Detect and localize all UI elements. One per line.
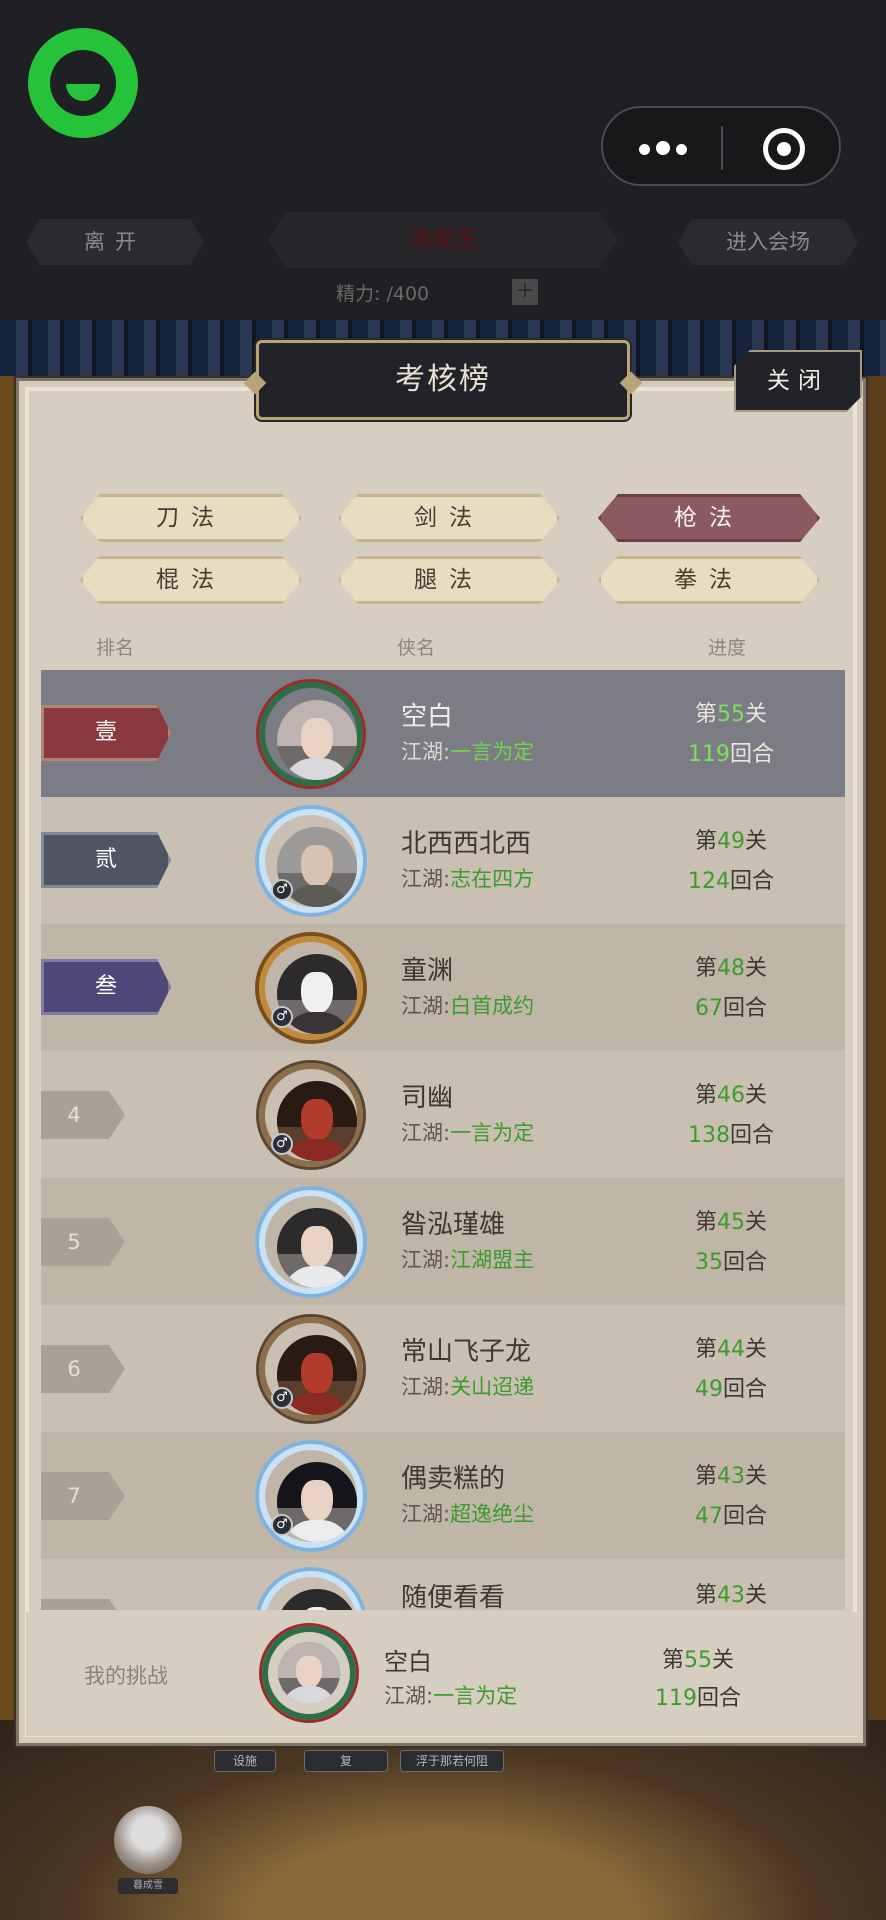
player-name: 昝泓瑾雄 (401, 1210, 506, 1240)
player-jianghu-title: 江湖:一言为定 (401, 740, 535, 764)
column-header-name: 侠名 (397, 637, 436, 659)
table-row[interactable]: 4 ♂ 司幽 江湖:一言为定 第46关 138回合 (41, 1051, 845, 1178)
scene-avatar-name: 暮成雪 (118, 1878, 178, 1894)
player-rounds: 35回合 (694, 1250, 767, 1275)
energy-max: /400 (386, 283, 430, 305)
my-name: 空白 (384, 1648, 432, 1676)
my-jianghu-title: 江湖:一言为定 (384, 1684, 518, 1708)
player-avatar[interactable] (259, 1190, 363, 1294)
table-row[interactable]: 叁 ♂ 童渊 江湖:白首成约 第48关 67回合 (41, 924, 845, 1051)
top-hud: 离开 流家庄 进入会场 精力: /400 + (0, 0, 886, 320)
player-jianghu-title: 江湖:超逸绝尘 (401, 1502, 535, 1526)
player-level: 第49关 (694, 829, 768, 854)
leave-button[interactable]: 离开 (26, 219, 204, 265)
page-title: 考核榜 (395, 362, 491, 397)
scene-mini-button: 设施 (214, 1750, 276, 1772)
rank-badge: 4 (41, 1091, 125, 1139)
player-jianghu-title: 江湖:关山迢递 (401, 1375, 535, 1399)
mini-program-capsule (601, 106, 841, 186)
player-level: 第48关 (694, 956, 768, 981)
player-level: 第55关 (694, 702, 768, 727)
rank-badge: 叁 (41, 959, 171, 1015)
scene-mini-button: 复 (304, 1750, 388, 1772)
male-icon: ♂ (271, 1133, 293, 1155)
male-icon: ♂ (271, 879, 293, 901)
player-rounds: 47回合 (694, 1504, 767, 1529)
more-icon[interactable] (639, 136, 719, 160)
male-icon: ♂ (271, 1006, 293, 1028)
player-level: 第43关 (694, 1464, 768, 1489)
player-avatar[interactable] (259, 1571, 363, 1610)
table-row[interactable]: 5 昝泓瑾雄 江湖:江湖盟主 第45关 35回合 (41, 1178, 845, 1305)
player-name: 北西西北西 (401, 829, 532, 859)
rank-badge: 6 (41, 1345, 125, 1393)
table-row[interactable]: 8 随便看看 第43关 (41, 1559, 845, 1610)
player-avatar[interactable] (259, 682, 363, 786)
player-rounds: 124回合 (687, 869, 774, 894)
tab-dao[interactable]: 刀法 (80, 494, 302, 542)
player-name: 空白 (401, 702, 454, 732)
my-challenge-bar[interactable]: 我的挑战 空白 江湖:一言为定 第55关 119回合 (26, 1612, 860, 1736)
enter-venue-button[interactable]: 进入会场 (678, 219, 858, 265)
my-challenge-label: 我的挑战 (84, 1664, 168, 1688)
player-jianghu-title: 江湖:一言为定 (401, 1121, 535, 1145)
player-name: 司幽 (401, 1083, 454, 1113)
player-jianghu-title: 江湖:志在四方 (401, 867, 535, 891)
player-jianghu-title: 江湖:江湖盟主 (401, 1248, 535, 1272)
scene-avatar (114, 1806, 182, 1874)
rank-badge: 贰 (41, 832, 171, 888)
rank-badge: 壹 (41, 705, 171, 761)
player-avatar[interactable]: ♂ (259, 1444, 363, 1548)
player-rounds: 67回合 (694, 996, 767, 1021)
my-rounds: 119回合 (654, 1686, 741, 1711)
player-level: 第46关 (694, 1083, 768, 1108)
table-row[interactable]: 7 ♂ 偶卖糕的 江湖:超逸绝尘 第43关 47回合 (41, 1432, 845, 1559)
tab-quan[interactable]: 拳法 (598, 556, 820, 604)
tab-tui[interactable]: 腿法 (338, 556, 560, 604)
player-rounds: 138回合 (687, 1123, 774, 1148)
table-row[interactable]: 壹 空白 江湖:一言为定 第55关 119回合 (41, 670, 845, 797)
male-icon: ♂ (271, 1387, 293, 1409)
tab-gun[interactable]: 棍法 (80, 556, 302, 604)
player-name: 常山飞子龙 (401, 1337, 532, 1367)
player-rounds: 119回合 (687, 742, 774, 767)
player-name: 童渊 (401, 956, 454, 986)
my-avatar[interactable] (262, 1626, 356, 1720)
player-avatar[interactable]: ♂ (259, 1063, 363, 1167)
location-title: 流家庄 (268, 212, 618, 268)
rank-badge: 8 (41, 1599, 125, 1610)
scene-mini-button: 浮于那若何阻 (400, 1750, 504, 1772)
player-avatar[interactable]: ♂ (259, 809, 363, 913)
player-name: 随便看看 (401, 1583, 506, 1610)
player-avatar[interactable]: ♂ (259, 936, 363, 1040)
tab-qiang[interactable]: 枪法 (598, 494, 820, 542)
player-avatar[interactable]: ♂ (259, 1317, 363, 1421)
energy-display: 精力: /400 (336, 279, 429, 306)
ranking-list[interactable]: 壹 空白 江湖:一言为定 第55关 119回合 贰 ♂ 北西西北西 江湖:志在四… (41, 670, 845, 1610)
player-level: 第45关 (694, 1210, 768, 1235)
exit-target-icon[interactable] (763, 128, 805, 170)
add-energy-button[interactable]: + (512, 279, 538, 305)
mini-program-logo-icon (28, 28, 138, 138)
table-row[interactable]: 6 ♂ 常山飞子龙 江湖:关山迢递 第44关 49回合 (41, 1305, 845, 1432)
table-row[interactable]: 贰 ♂ 北西西北西 江湖:志在四方 第49关 124回合 (41, 797, 845, 924)
player-level: 第44关 (694, 1337, 768, 1362)
player-name: 偶卖糕的 (401, 1464, 506, 1494)
male-icon: ♂ (271, 1514, 293, 1536)
rank-badge: 7 (41, 1472, 125, 1520)
tab-jian[interactable]: 剑法 (338, 494, 560, 542)
energy-label: 精力: (336, 283, 381, 305)
player-rounds: 49回合 (694, 1377, 767, 1402)
player-jianghu-title: 江湖:白首成约 (401, 994, 535, 1018)
column-header-rank: 排名 (96, 637, 135, 659)
column-header-progress: 进度 (708, 637, 747, 659)
rank-badge: 5 (41, 1218, 125, 1266)
leaderboard-title-plate: 考核榜 (256, 340, 630, 420)
my-level: 第55关 (661, 1648, 735, 1673)
player-level: 第43关 (694, 1583, 768, 1608)
close-button[interactable]: 关闭 (734, 350, 862, 412)
